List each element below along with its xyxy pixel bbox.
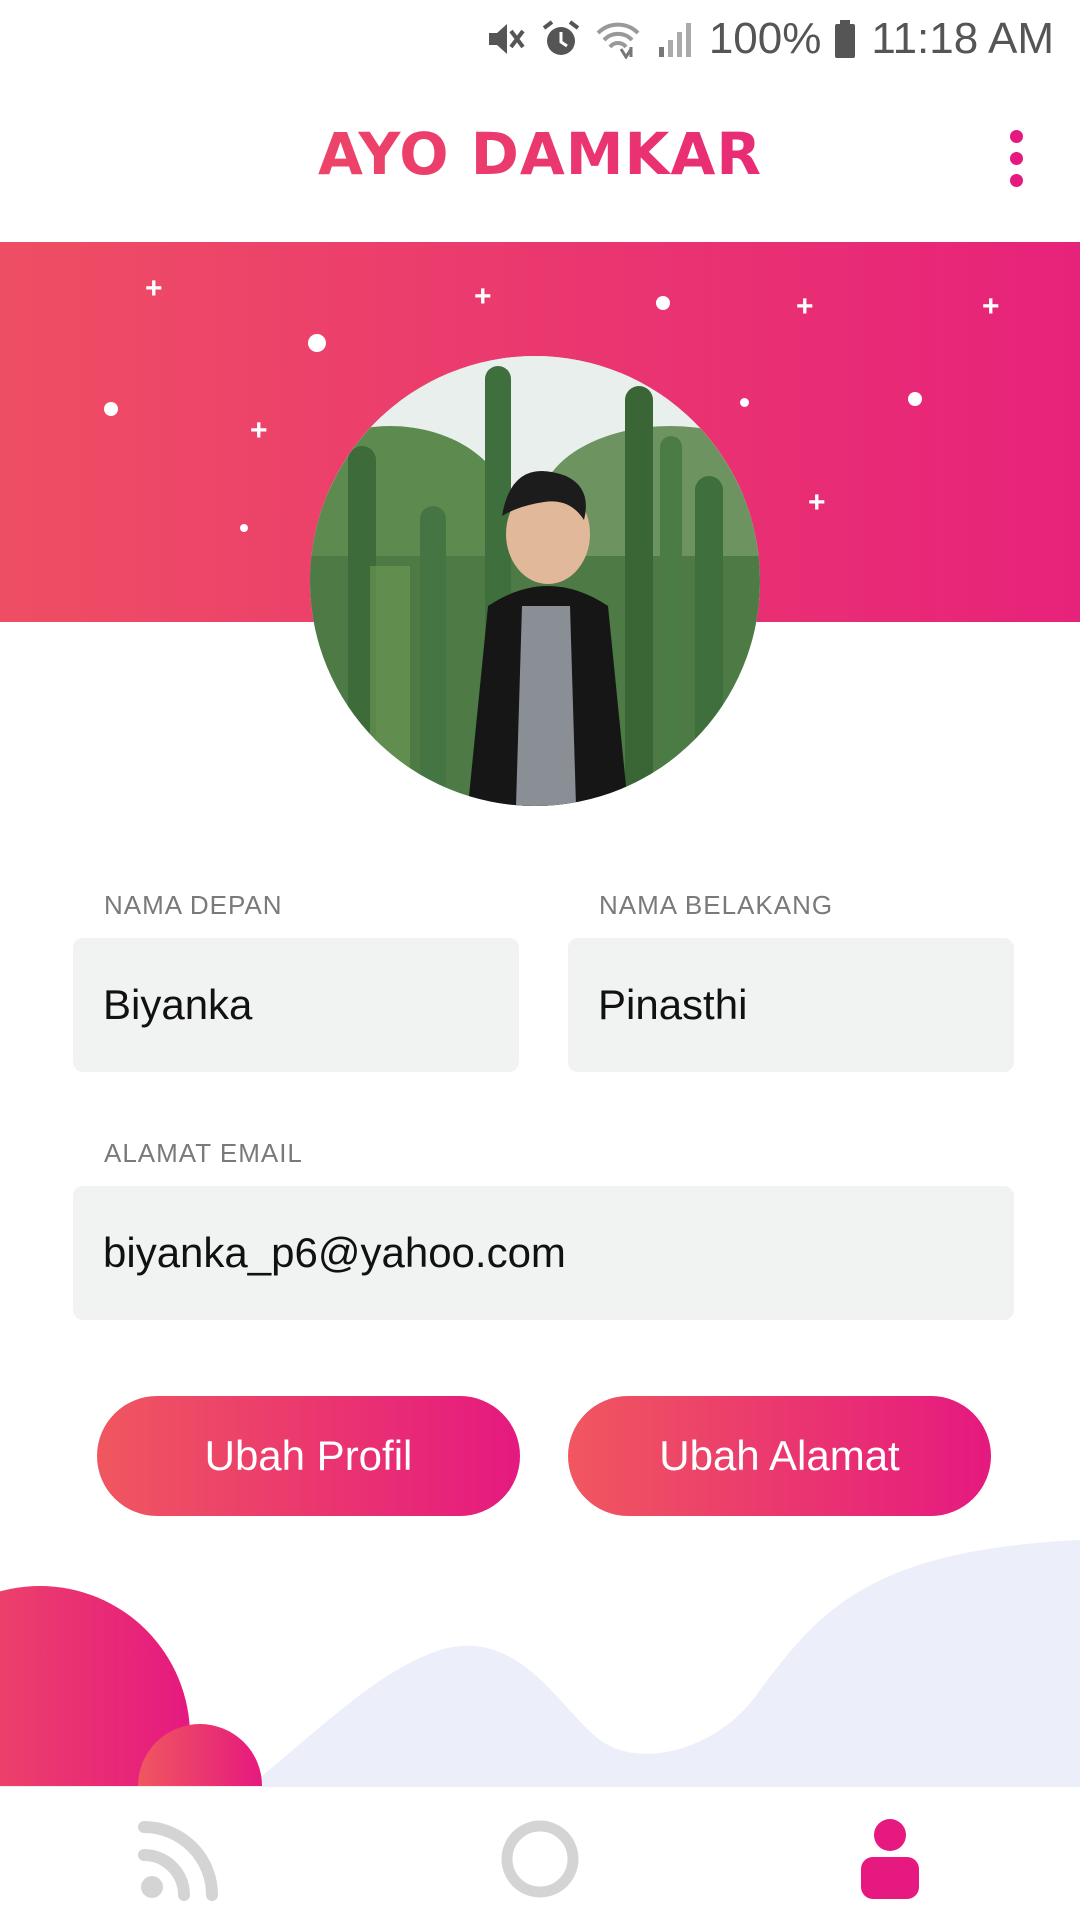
sparkle-icon: + xyxy=(250,414,268,447)
circle-icon xyxy=(501,1820,579,1898)
sparkle-icon: + xyxy=(796,290,814,323)
status-bar: 100% 11:18 AM xyxy=(0,0,1080,78)
more-vert-icon-dot xyxy=(1009,173,1023,187)
battery-percent: 100% xyxy=(708,14,822,63)
sparkle-icon: + xyxy=(808,486,826,519)
first-name-value: Biyanka xyxy=(103,981,253,1028)
app-bar: AYO DAMKAR xyxy=(0,78,1080,242)
first-name-label: NAMA DEPAN xyxy=(104,890,283,920)
edit-address-button[interactable]: Ubah Alamat xyxy=(568,1396,991,1516)
last-name-field[interactable]: Pinasthi xyxy=(568,938,1014,1072)
nav-circle[interactable] xyxy=(490,1809,590,1909)
nav-profile[interactable] xyxy=(840,1809,940,1909)
more-vert-icon xyxy=(1009,129,1023,143)
more-vert-icon-dot xyxy=(1009,151,1023,165)
email-label: ALAMAT EMAIL xyxy=(104,1138,303,1168)
sparkle-icon: + xyxy=(145,272,163,305)
sparkle-icon: + xyxy=(982,290,1000,323)
star-dot xyxy=(740,398,749,407)
sparkle-icon: + xyxy=(474,280,492,313)
avatar[interactable] xyxy=(310,356,760,806)
mute-icon xyxy=(485,19,527,59)
profile-icon xyxy=(861,1819,919,1899)
first-name-field[interactable]: Biyanka xyxy=(73,938,519,1072)
last-name-value: Pinasthi xyxy=(598,981,748,1028)
footer-decoration xyxy=(0,1540,1080,1786)
battery-icon xyxy=(833,19,857,59)
edit-profile-button[interactable]: Ubah Profil xyxy=(97,1396,520,1516)
email-value: biyanka_p6@yahoo.com xyxy=(103,1229,566,1276)
star-dot xyxy=(656,296,670,310)
signal-icon xyxy=(655,19,695,59)
wifi-icon xyxy=(595,19,641,59)
star-dot xyxy=(104,402,118,416)
app-title: AYO DAMKAR xyxy=(0,120,1080,188)
email-field[interactable]: biyanka_p6@yahoo.com xyxy=(73,1186,1014,1320)
alarm-icon xyxy=(541,19,581,59)
bottom-nav xyxy=(0,1786,1080,1921)
clock: 11:18 AM xyxy=(871,14,1054,63)
star-dot xyxy=(308,334,326,352)
feed-icon xyxy=(138,1821,218,1901)
nav-feed[interactable] xyxy=(130,1809,230,1909)
star-dot xyxy=(240,524,248,532)
more-menu-button[interactable] xyxy=(986,118,1046,198)
star-dot xyxy=(908,392,922,406)
last-name-label: NAMA BELAKANG xyxy=(599,890,834,920)
